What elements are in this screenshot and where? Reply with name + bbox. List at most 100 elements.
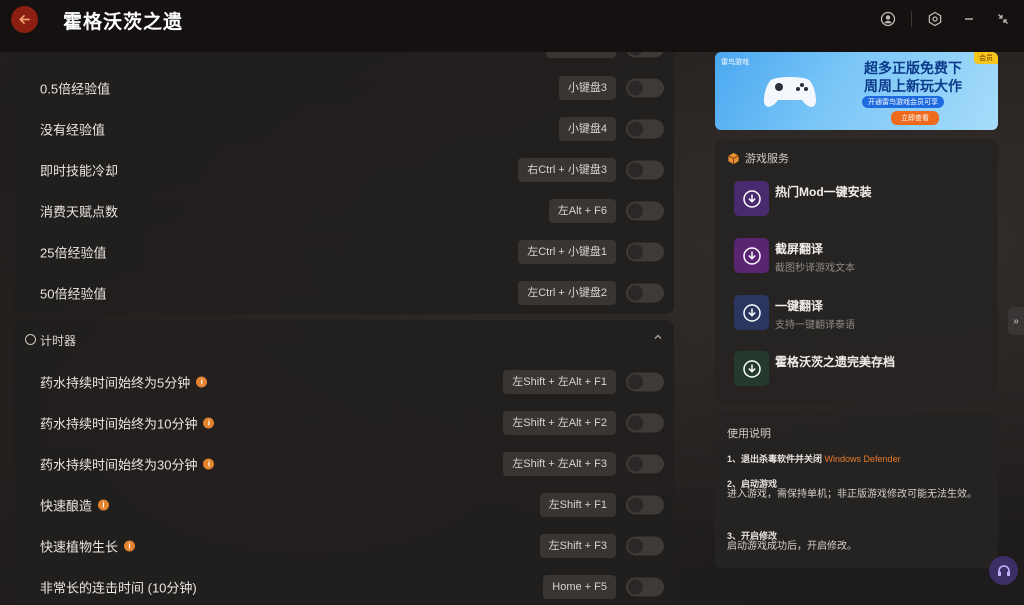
service-item-one-click-translate[interactable]: 一键翻译 支持一键翻译泰语 <box>734 295 984 331</box>
cheat-label: 药水持续时间始终为5分钟 i <box>40 372 208 391</box>
info-icon[interactable]: i <box>203 417 215 428</box>
hotkey-badge[interactable]: 左Ctrl + 小键盘2 <box>518 280 616 305</box>
cheat-toggle[interactable] <box>626 119 664 138</box>
banner-cta-button[interactable]: 立即查看 <box>891 111 939 125</box>
headset-icon <box>997 564 1010 576</box>
banner-headline-2: 周周上新玩大作 <box>864 78 962 94</box>
support-button[interactable] <box>989 556 1018 585</box>
minimize-icon[interactable] <box>958 8 980 30</box>
settings-icon[interactable] <box>924 8 946 30</box>
instruction-step-2-text: 进入游戏，需保持单机；非正版游戏修改可能无法生效。 <box>727 489 977 500</box>
services-header: 游戏服务 <box>727 150 789 166</box>
hotkey-badge[interactable]: 左Shift + F3 <box>539 533 616 558</box>
hotkey-badge[interactable]: 左Shift + 左Alt + F1 <box>503 369 616 394</box>
instruction-step-1: 1、退出杀毒软件并关闭 Windows Defender <box>727 452 901 465</box>
table-row: 药水持续时间始终为5分钟 i 左Shift + 左Alt + F1 <box>13 361 674 402</box>
box-icon <box>728 152 739 164</box>
banner-tagline: 开通雷鸟游戏会员可享 <box>862 96 944 108</box>
gamepad-icon <box>763 77 817 107</box>
cheat-toggle[interactable] <box>626 372 664 391</box>
service-subtitle: 支持一键翻译泰语 <box>775 320 855 331</box>
service-subtitle: 截图秒译游戏文本 <box>775 263 855 274</box>
table-row: 消费天赋点数 左Alt + F6 <box>13 190 674 231</box>
title-bar: 霍格沃茨之遗 <box>0 0 1024 52</box>
cheat-label: 0.5倍经验值 <box>40 81 111 96</box>
cheat-toggle[interactable] <box>626 413 664 432</box>
chevron-up-icon[interactable] <box>653 332 663 345</box>
services-title: 游戏服务 <box>745 153 789 165</box>
banner-headline: 超多正版免费下 <box>864 60 962 76</box>
cheat-toggle[interactable] <box>626 160 664 179</box>
hotkey-badge[interactable]: Home + F5 <box>543 574 616 599</box>
info-icon[interactable]: i <box>124 540 136 551</box>
game-services-panel: 游戏服务 热门Mod一键安装 截屏翻译 截图秒译游戏文本 一键翻译 支持一键翻译… <box>715 139 998 404</box>
instructions-title: 使用说明 <box>727 428 771 440</box>
table-row: 25倍经验值 左Ctrl + 小键盘1 <box>13 231 674 272</box>
cheat-toggle[interactable] <box>626 454 664 473</box>
membership-banner[interactable]: 会员 雷鸟游戏 超多正版免费下 周周上新玩大作 开通雷鸟游戏会员可享 立即查看 <box>715 52 998 130</box>
cheat-card-timer: 计时器 药水持续时间始终为5分钟 i 左Shift + 左Alt + F1 药水持… <box>13 320 674 605</box>
cheat-label: 快速酿造 i <box>40 495 110 514</box>
cheat-label: 没有经验值 <box>40 122 106 137</box>
info-icon[interactable]: i <box>196 376 208 387</box>
hotkey-badge[interactable]: 左Alt + F6 <box>548 198 616 223</box>
cheat-toggle[interactable] <box>626 283 664 302</box>
timer-section-header[interactable]: 计时器 <box>13 320 674 360</box>
table-row: 药水持续时间始终为30分钟 i 左Shift + 左Alt + F3 <box>13 443 674 484</box>
service-item-mod-install[interactable]: 热门Mod一键安装 <box>734 181 984 217</box>
cheat-label: 消费天赋点数 <box>40 204 119 219</box>
cheat-label: 药水持续时间始终为10分钟 i <box>40 413 215 432</box>
hotkey-badge[interactable]: 左Shift + 左Alt + F2 <box>503 410 616 435</box>
back-button[interactable] <box>11 6 38 33</box>
hotkey-badge[interactable]: 小键盘3 <box>558 75 616 100</box>
expand-sidebar-button[interactable]: » <box>1008 307 1024 335</box>
instructions-panel: 使用说明 1、退出杀毒软件并关闭 Windows Defender 2、启动游戏… <box>715 411 998 568</box>
table-row: 没有经验值 小键盘4 <box>13 108 674 149</box>
cheat-toggle[interactable] <box>626 201 664 220</box>
section-title: 计时器 <box>40 334 77 348</box>
cheat-label-text: 药水持续时间始终为10分钟 <box>40 416 198 431</box>
user-icon[interactable] <box>877 8 899 30</box>
step-text: 1、退出杀毒软件并关闭 <box>727 454 823 464</box>
cheat-toggle[interactable] <box>626 536 664 555</box>
collapse-icon[interactable] <box>992 8 1014 30</box>
cheat-toggle[interactable] <box>626 78 664 97</box>
hotkey-badge[interactable]: 左Shift + 左Alt + F3 <box>503 451 616 476</box>
hotkey-badge[interactable]: 左Ctrl + 小键盘1 <box>518 239 616 264</box>
cheat-label: 快速植物生长 i <box>40 536 136 555</box>
cheat-toggle[interactable] <box>626 242 664 261</box>
banner-brand: 雷鸟游戏 <box>721 59 749 66</box>
hotkey-badge[interactable]: 左Shift + F1 <box>539 492 616 517</box>
hotkey-badge[interactable] <box>546 52 616 58</box>
download-icon <box>734 238 769 273</box>
window-controls <box>877 8 1014 30</box>
hotkey-badge[interactable]: 右Ctrl + 小键盘3 <box>518 157 616 182</box>
table-row: 药水持续时间始终为10分钟 i 左Shift + 左Alt + F2 <box>13 402 674 443</box>
service-title: 热门Mod一键安装 <box>775 185 872 199</box>
hotkey-badge[interactable]: 小键盘4 <box>558 116 616 141</box>
cheat-label: 25倍经验值 <box>40 245 107 260</box>
cheat-label: 即时技能冷却 <box>40 163 119 178</box>
table-row: 快速植物生长 i 左Shift + F3 <box>13 525 674 566</box>
table-row: 0.5倍经验值 小键盘3 <box>13 67 674 108</box>
service-title: 一键翻译 <box>775 299 824 313</box>
instruction-step-3-text: 启动游戏成功后，开启修改。 <box>727 541 857 552</box>
app-title: 霍格沃茨之遗 <box>63 12 184 33</box>
info-icon[interactable]: i <box>203 458 215 469</box>
cheat-label-text: 药水持续时间始终为5分钟 <box>40 375 191 390</box>
cheat-label: 非常长的连击时间 (10分钟) <box>40 580 197 595</box>
service-title: 截屏翻译 <box>775 242 824 256</box>
cheat-label-text: 药水持续时间始终为30分钟 <box>40 457 198 472</box>
table-row: 快速酿造 i 左Shift + F1 <box>13 484 674 525</box>
cheat-label-text: 快速酿造 <box>40 498 93 513</box>
windows-defender-link[interactable]: Windows Defender <box>825 454 901 464</box>
cheat-toggle[interactable] <box>626 577 664 596</box>
clock-icon <box>25 334 36 345</box>
table-row: 即时技能冷却 右Ctrl + 小键盘3 <box>13 149 674 190</box>
service-item-screenshot-translate[interactable]: 截屏翻译 截图秒译游戏文本 <box>734 238 984 274</box>
cheat-toggle[interactable] <box>626 495 664 514</box>
table-row: 50倍经验值 左Ctrl + 小键盘2 <box>13 272 674 313</box>
cheat-toggle[interactable] <box>626 52 664 58</box>
info-icon[interactable]: i <box>98 499 110 510</box>
service-item-save-file[interactable]: 霍格沃茨之遗完美存档 <box>734 351 984 387</box>
